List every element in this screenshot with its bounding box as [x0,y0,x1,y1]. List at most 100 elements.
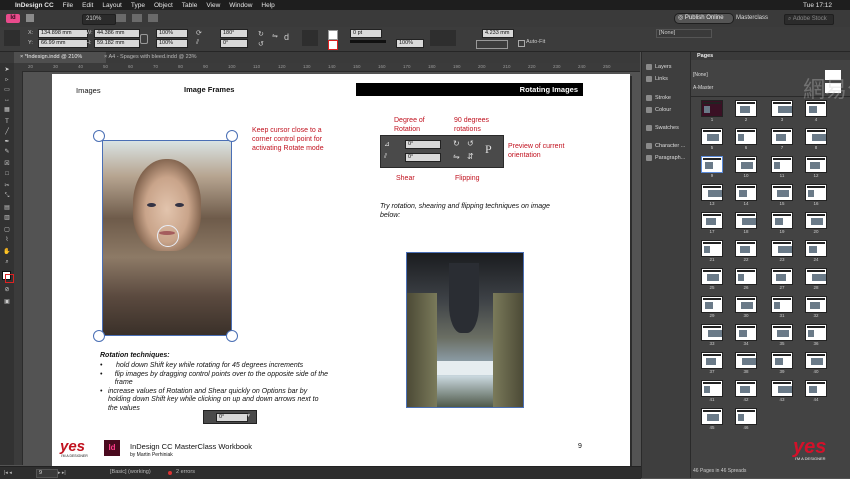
page-thumbnail[interactable] [701,156,723,173]
page-thumbnail[interactable] [805,268,827,285]
document-page[interactable]: Images Image Frames Rotating Images Keep… [52,74,630,466]
page-thumbnail[interactable] [735,156,757,173]
height-field[interactable]: 59.182 mm [94,39,140,48]
pages-master-label[interactable]: A-Master [693,85,713,91]
page-thumbnail[interactable] [771,128,793,145]
shear-field[interactable]: 0° [220,39,248,48]
pencil-tool-icon[interactable]: ✎ [3,149,11,155]
page-thumbnail[interactable] [701,128,723,145]
fill-swatch-icon[interactable] [328,30,338,40]
page-thumbnail[interactable] [771,268,793,285]
pen-tool-icon[interactable]: ✒ [3,139,11,145]
panel-layers[interactable]: Layers [646,64,672,70]
portrait-image-frame[interactable] [102,140,232,336]
panel-stroke[interactable]: Stroke [646,95,671,101]
menu-layout[interactable]: Layout [102,2,122,9]
arrange-documents-icon[interactable] [148,14,158,22]
page-thumbnail[interactable] [805,240,827,257]
constrain-proportions-icon[interactable] [140,34,148,44]
x-field[interactable]: 134.898 mm [38,29,88,38]
menu-app-name[interactable]: InDesign CC [15,2,54,9]
menu-object[interactable]: Object [154,2,173,9]
page-thumbnail[interactable] [771,380,793,397]
page-number-field[interactable]: 9 [36,469,58,478]
panel-paragraph[interactable]: Paragraph... [646,155,685,161]
page-thumbnail[interactable] [771,156,793,173]
page-thumbnail[interactable] [735,380,757,397]
rotate-field[interactable]: 180° [220,29,248,38]
scissors-tool-icon[interactable]: ✂ [3,183,11,189]
y-field[interactable]: 66.99 mm [38,39,88,48]
gap-tool-icon[interactable]: ↔ [3,97,11,103]
page-thumbnail[interactable] [771,352,793,369]
page-thumbnail[interactable] [771,324,793,341]
width-field[interactable]: 44.386 mm [94,29,140,38]
note-tool-icon[interactable]: ▢ [3,227,11,233]
rotate-90-cw-icon[interactable]: ↻ [258,30,268,38]
page-tool-icon[interactable]: ▭ [3,87,11,93]
menu-type[interactable]: Type [131,2,145,9]
page-thumbnail[interactable] [701,408,723,425]
adobe-stock-search[interactable]: ⌕ Adobe Stock [784,14,834,25]
publish-online-button[interactable]: ◎ Publish Online [674,13,734,24]
page-thumbnail[interactable] [701,268,723,285]
page-thumbnail[interactable] [735,128,757,145]
gradient-tool-icon[interactable]: ▤ [3,205,11,211]
rotate-handle-bottom-right-icon[interactable] [226,330,238,342]
workspace-switcher[interactable]: Masterclass [736,13,768,23]
free-transform-tool-icon[interactable]: ⤡ [3,193,11,199]
page-thumbnail[interactable] [771,184,793,201]
menu-window[interactable]: Window [229,2,252,9]
page-thumbnail[interactable] [805,156,827,173]
preflight-profile[interactable]: [Basic] (working) [110,469,151,475]
opacity-field[interactable]: 100% [396,39,424,48]
panel-links[interactable]: Links [646,76,668,82]
page-thumbnail[interactable] [701,184,723,201]
page-thumbnail[interactable] [805,352,827,369]
object-style-select[interactable]: [None] [656,29,712,38]
zoom-tool-icon[interactable]: ⌕ [3,259,11,265]
page-thumbnail[interactable] [805,296,827,313]
page-thumbnail[interactable] [735,296,757,313]
size-field[interactable]: 4.233 mm [482,29,514,38]
menu-help[interactable]: Help [261,2,274,9]
stroke-swatch-icon[interactable] [328,40,338,50]
screen-mode-icon[interactable] [132,14,142,22]
page-thumbnail[interactable] [805,184,827,201]
page-thumbnail[interactable] [735,240,757,257]
eyedropper-tool-icon[interactable]: ⌇ [3,237,11,243]
panel-swatches[interactable]: Swatches [646,125,679,131]
scale-y-field[interactable]: 100% [156,39,188,48]
page-thumbnail[interactable] [735,212,757,229]
view-options-icon[interactable] [116,14,126,22]
reference-point-icon[interactable] [4,30,20,46]
menu-view[interactable]: View [206,2,220,9]
page-thumbnail[interactable] [735,100,757,117]
panel-character[interactable]: Character ... [646,143,685,149]
page-thumbnail[interactable] [735,352,757,369]
page-thumbnail[interactable] [771,296,793,313]
flip-horizontal-icon[interactable]: ⇋ [272,32,282,42]
page-thumbnail[interactable] [701,100,723,117]
direct-selection-tool-icon[interactable]: ▹ [3,77,11,83]
page-thumbnail[interactable] [735,408,757,425]
tab-spages-with-bleed[interactable]: × A4 - Spages with bleed.indd @ 23% [98,52,220,63]
page-thumbnail[interactable] [771,100,793,117]
effects-icon[interactable] [430,30,456,46]
select-container-icon[interactable] [302,30,318,46]
page-thumbnail[interactable] [735,324,757,341]
apply-none-icon[interactable]: ⊘ [3,287,11,293]
page-thumbnail[interactable] [805,380,827,397]
page-thumbnail[interactable] [701,212,723,229]
fitting-options-icon[interactable] [476,40,508,49]
preflight-errors[interactable]: 2 errors [176,469,195,475]
pages-none-label[interactable]: [None] [693,72,708,78]
page-thumbnail[interactable] [805,128,827,145]
page-thumbnail[interactable] [735,268,757,285]
page-thumbnail[interactable] [701,296,723,313]
pages-panel-title[interactable]: Pages [697,53,713,59]
screen-mode-tool-icon[interactable]: ▣ [3,299,11,305]
menu-table[interactable]: Table [182,2,198,9]
gradient-feather-tool-icon[interactable]: ▥ [3,215,11,221]
stroke-color-icon[interactable] [5,274,14,283]
